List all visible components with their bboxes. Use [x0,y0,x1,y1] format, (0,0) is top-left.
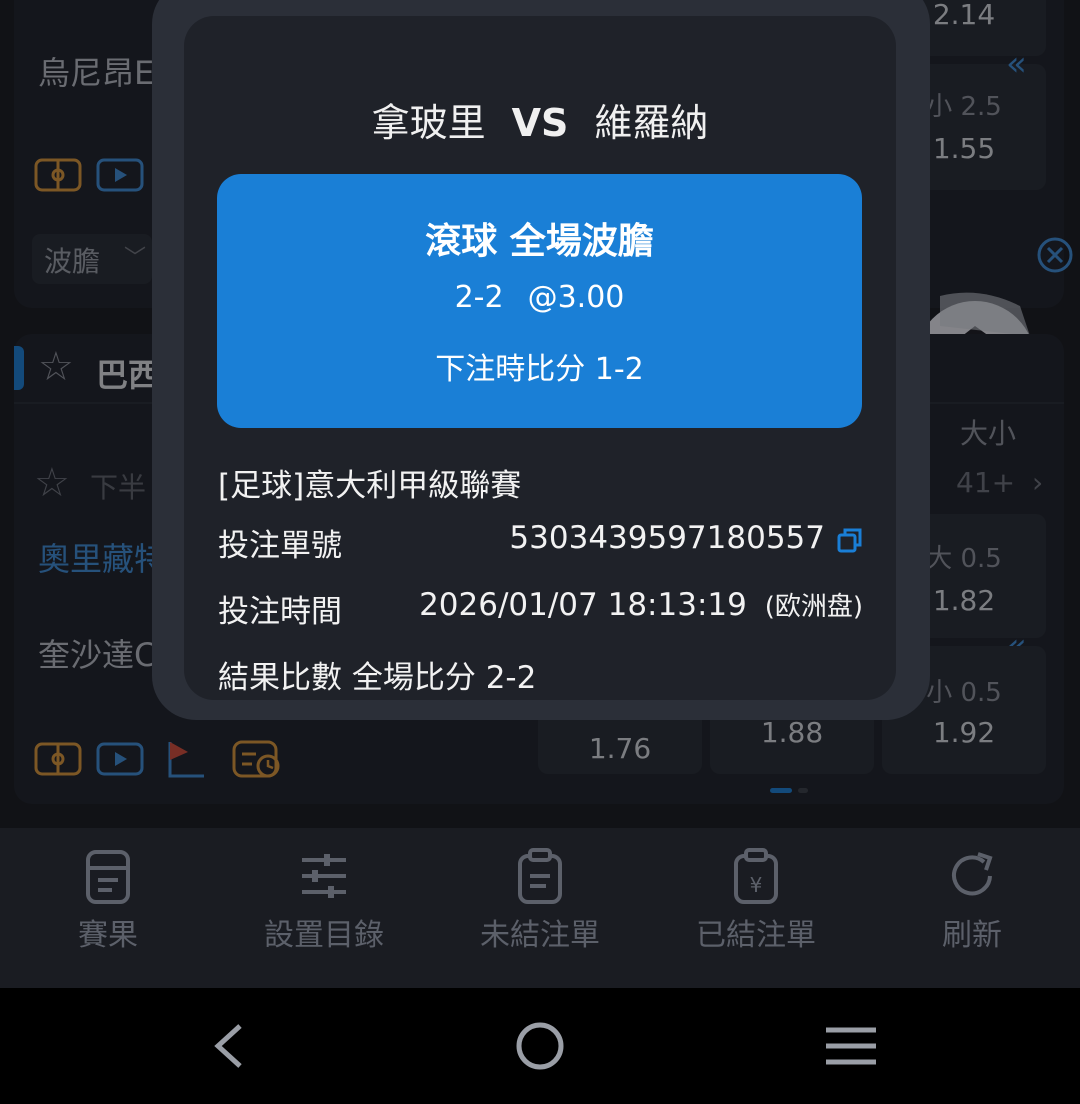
bet-odds: @3.00 [527,280,625,315]
refresh-icon [952,852,993,896]
back-icon[interactable] [206,1022,250,1070]
home-team-name: 拿玻里 [371,101,486,145]
time-row: 投注時間 2026/01/07 18:13:19 (欧洲盘) [218,586,863,631]
tab-open-bets-label: 未結注單 [480,918,600,953]
home-icon[interactable] [514,1020,566,1072]
odds-type: (欧洲盘) [764,592,863,622]
clipboard-yen-icon: ¥ [734,848,778,904]
menu-icon[interactable] [824,1024,878,1068]
match-title: 拿玻里 VS 維羅納 [184,92,896,147]
system-nav-bar [0,988,1080,1104]
svg-text:¥: ¥ [750,873,763,897]
time-value: 2026/01/07 18:13:19 [419,587,747,623]
tab-settled-bets-label: 已結注單 [696,918,816,953]
results-icon [86,850,130,904]
ticket-value-wrap: 5303439597180557 [509,520,863,556]
bet-detail-modal: 拿玻里 VS 維羅納 滾球 全場波膽 2-2 @3.00 下注時比分 1-2 [足球]… [184,16,896,700]
result-score: 結果比數 全場比分 2-2 [218,660,537,696]
settings-sliders-icon [302,854,346,898]
away-team-name: 維羅納 [594,101,709,145]
tab-open-bets[interactable]: 未結注單 [432,828,648,988]
copy-icon[interactable] [837,527,863,553]
score-at-bet: 下注時比分 1-2 [435,352,644,387]
tab-results-label: 賽果 [78,918,138,953]
tab-settings[interactable]: 設置目錄 [216,828,432,988]
tab-refresh-label: 刷新 [942,918,1002,953]
bet-selection-box: 滾球 全場波膽 2-2 @3.00 下注時比分 1-2 [217,174,862,428]
bet-market: 滾球 全場波膽 [425,221,654,262]
clipboard-icon [518,848,562,904]
time-label: 投注時間 [218,594,342,630]
ticket-row: 投注單號 5303439597180557 [218,520,863,565]
tab-results[interactable]: 賽果 [0,828,216,988]
tab-refresh[interactable]: 刷新 [864,828,1080,988]
bottom-tab-bar: 賽果 設置目錄 未結注單 ¥ 已結注單 刷新 [0,828,1080,988]
bet-selection: 2-2 [454,280,504,315]
vs-label: VS [511,101,569,145]
ticket-label: 投注單號 [218,528,342,564]
tab-settings-label: 設置目錄 [264,918,384,953]
league-name: [足球]意大利甲級聯賽 [218,468,522,504]
time-value-wrap: 2026/01/07 18:13:19 (欧洲盘) [419,586,863,623]
tab-settled-bets[interactable]: ¥ 已結注單 [648,828,864,988]
bet-selection-line: 2-2 @3.00 [217,280,862,315]
ticket-value: 5303439597180557 [509,520,825,556]
